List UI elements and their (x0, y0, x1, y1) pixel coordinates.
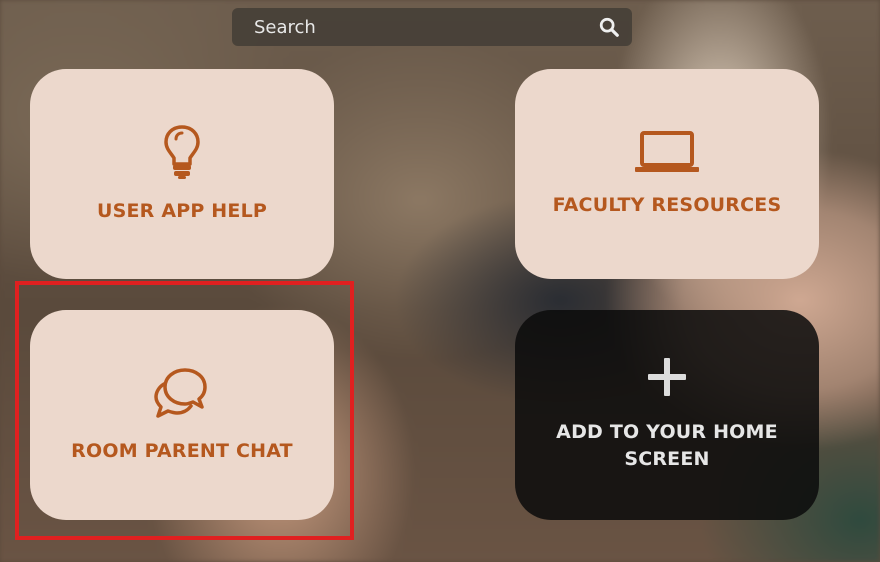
laptop-icon (635, 130, 699, 172)
chat-bubbles-icon (154, 367, 207, 418)
add-to-home-screen-tile[interactable]: ADD TO YOUR HOME SCREEN (515, 310, 819, 520)
search-bar[interactable] (232, 8, 632, 46)
faculty-resources-label: FACULTY RESOURCES (552, 193, 782, 216)
faculty-resources-tile[interactable]: FACULTY RESOURCES (515, 69, 819, 279)
search-input[interactable] (252, 15, 598, 39)
user-app-help-tile[interactable]: USER APP HELP (30, 69, 334, 279)
room-parent-chat-tile[interactable]: ROOM PARENT CHAT (30, 310, 334, 520)
search-icon[interactable] (598, 16, 620, 38)
user-app-help-label: USER APP HELP (96, 199, 268, 222)
add-to-home-screen-label: ADD TO YOUR HOME SCREEN (556, 421, 778, 470)
lightbulb-icon (164, 124, 200, 179)
plus-icon (648, 358, 686, 396)
room-parent-chat-label: ROOM PARENT CHAT (71, 439, 293, 462)
